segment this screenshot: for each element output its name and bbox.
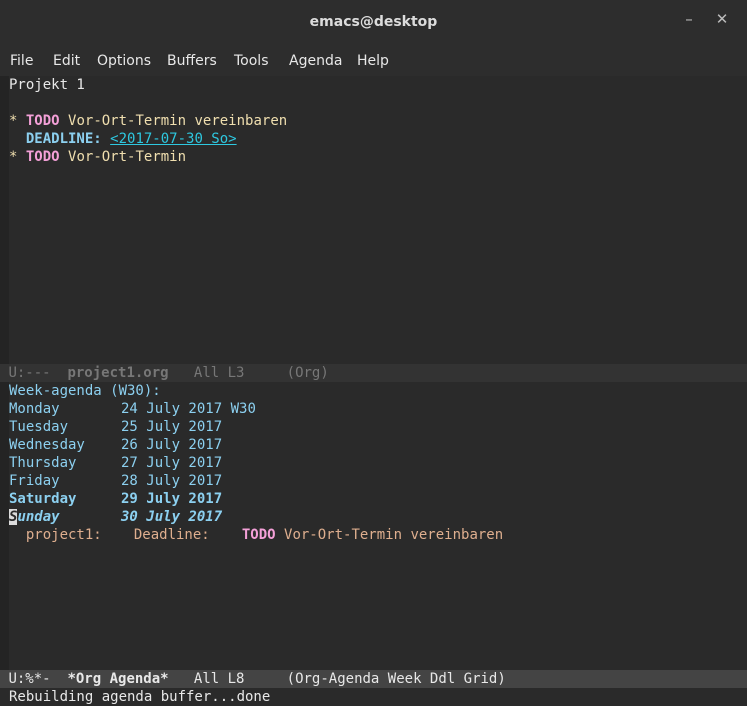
org-buffer-window[interactable]: Projekt 1 * TODO Vor-Ort-Termin vereinba… — [0, 76, 747, 364]
menu-options[interactable]: Options — [97, 53, 151, 69]
agenda-day-row[interactable]: Friday 28 July 2017 — [9, 472, 222, 490]
modeline-buffer-name: *Org Agenda* — [67, 671, 169, 687]
deadline-label: DEADLINE: — [25, 131, 102, 147]
modeline-position: All L3 — [193, 365, 245, 381]
todo-keyword: TODO — [241, 527, 276, 543]
menu-bar: File Edit Options Buffers Tools Agenda H… — [0, 46, 747, 76]
agenda-day-row[interactable]: Thursday 27 July 2017 — [9, 454, 222, 472]
org-star: * — [9, 149, 18, 165]
menu-tools[interactable]: Tools — [234, 53, 269, 69]
day-date: 28 July 2017 — [121, 473, 223, 489]
modeline-mode: (Org) — [286, 365, 329, 381]
day-name: Saturday — [9, 491, 77, 507]
left-fringe — [0, 382, 9, 670]
modeline-status: U:--- — [8, 365, 51, 381]
agenda-category: project1: — [25, 527, 102, 543]
agenda-day-row[interactable]: Tuesday 25 July 2017 — [9, 418, 222, 436]
modeline-position: All L8 — [193, 671, 245, 687]
menu-agenda[interactable]: Agenda — [289, 53, 342, 69]
day-name: Friday — [9, 473, 60, 489]
day-name: Thursday — [9, 455, 77, 471]
day-date: 25 July 2017 — [121, 419, 223, 435]
buffer-heading: Projekt 1 — [9, 77, 85, 93]
title-bar: emacs@desktop – ✕ — [0, 0, 747, 46]
todo-keyword: TODO — [25, 149, 60, 165]
day-date: 30 July 2017 — [121, 509, 223, 525]
agenda-day-row-today[interactable]: Sunday 30 July 2017 — [9, 508, 222, 526]
menu-buffers[interactable]: Buffers — [167, 53, 217, 69]
day-date: 24 July 2017 — [121, 401, 223, 417]
modeline-mode: (Org-Agenda Week Ddl Grid) — [286, 671, 506, 687]
menu-file[interactable]: File — [10, 53, 33, 69]
left-fringe — [0, 76, 9, 364]
agenda-entry-title: Vor-Ort-Termin vereinbaren — [284, 527, 504, 543]
org-deadline-line: DEADLINE: <2017-07-30 So> — [9, 130, 237, 148]
minibuffer[interactable]: Rebuilding agenda buffer...done — [0, 688, 747, 706]
agenda-entry-type: Deadline: — [133, 527, 210, 543]
day-name: Monday — [9, 401, 60, 417]
minimize-button[interactable]: – — [680, 10, 698, 32]
org-item-1[interactable]: * TODO Vor-Ort-Termin vereinbaren — [9, 112, 287, 130]
org-item-title: Vor-Ort-Termin — [68, 149, 187, 165]
menu-help[interactable]: Help — [357, 53, 389, 69]
mode-line-org[interactable]: U:--- project1.org All L3 (Org) — [0, 364, 747, 382]
org-item-2[interactable]: * TODO Vor-Ort-Termin — [9, 148, 186, 166]
day-name: Sunday — [9, 509, 60, 525]
modeline-buffer-name: project1.org — [67, 365, 169, 381]
mode-line-agenda[interactable]: U:%*- *Org Agenda* All L8 (Org-Agenda We… — [0, 670, 747, 688]
day-date: 26 July 2017 — [121, 437, 223, 453]
agenda-day-row[interactable]: Wednesday 26 July 2017 — [9, 436, 222, 454]
modeline-status: U:%*- — [8, 671, 51, 687]
org-item-title: Vor-Ort-Termin vereinbaren — [68, 113, 288, 129]
window-title: emacs@desktop — [309, 14, 438, 30]
todo-keyword: TODO — [25, 113, 60, 129]
menu-edit[interactable]: Edit — [53, 53, 80, 69]
agenda-window[interactable]: Week-agenda (W30): Monday 24 July 2017 W3… — [0, 382, 747, 670]
close-button[interactable]: ✕ — [713, 10, 731, 32]
agenda-day-row[interactable]: Monday 24 July 2017 W30 — [9, 400, 256, 418]
echo-area-message: Rebuilding agenda buffer...done — [9, 689, 271, 705]
deadline-timestamp-link[interactable]: <2017-07-30 So> — [110, 131, 236, 147]
agenda-entry[interactable]: project1: Deadline: TODO Vor-Ort-Termin ve… — [9, 526, 503, 544]
day-week: W30 — [230, 401, 256, 417]
agenda-day-row-weekend[interactable]: Saturday 29 July 2017 — [9, 490, 222, 508]
day-name: Wednesday — [9, 437, 85, 453]
org-star: * — [9, 113, 18, 129]
day-date: 29 July 2017 — [121, 491, 223, 507]
agenda-header: Week-agenda (W30): — [9, 383, 161, 399]
day-date: 27 July 2017 — [121, 455, 223, 471]
day-name: Tuesday — [9, 419, 69, 435]
